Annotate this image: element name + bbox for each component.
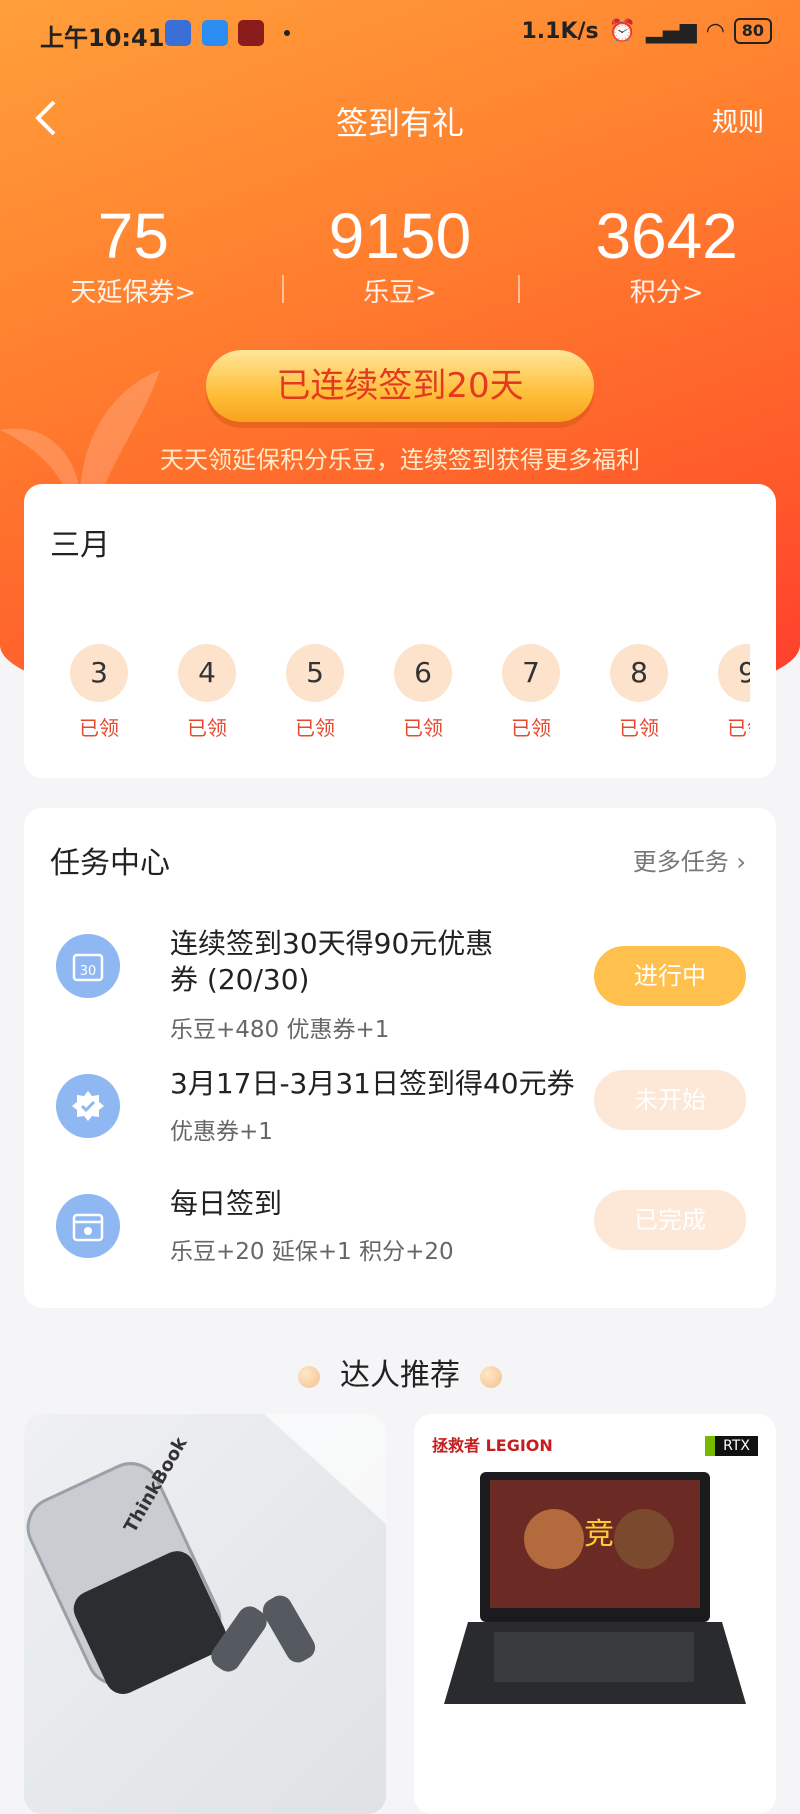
day-status: 已领	[187, 716, 227, 740]
stat-value: 3642	[595, 200, 738, 272]
nav-bar: 签到有礼 规则	[0, 80, 800, 160]
stat-value: 75	[97, 200, 169, 272]
more-notifications-dot	[284, 30, 290, 36]
calendar-day[interactable]: 5 已领	[286, 644, 344, 741]
task-title: 3月17日-3月31日签到得40元券	[170, 1067, 575, 1100]
task-status-button[interactable]: 未开始	[594, 1070, 746, 1130]
status-bar: 上午10:41 1.1K/s ⏰ ▂▄▆ ◠ 80	[0, 0, 800, 70]
day-status: 已领	[79, 716, 119, 740]
product-card-earbuds[interactable]: ThinkBook	[24, 1414, 386, 1814]
stat-ledou[interactable]: 9150 乐豆>	[285, 200, 515, 309]
calendar-card: 三月 3 已领 4 已领 5 已领 6 已领 7 已领 8 已领 9 已领	[24, 484, 776, 778]
day-number: 5	[286, 644, 344, 702]
day-status: 已领	[295, 716, 335, 740]
svg-text:30: 30	[80, 964, 97, 979]
day-number: 4	[178, 644, 236, 702]
hotspot-notification-icon	[202, 20, 228, 46]
task-center-title: 任务中心	[50, 846, 170, 881]
page-title: 签到有礼	[335, 104, 464, 142]
recommend-title: 达人推荐	[340, 1358, 460, 1393]
earbuds-image: ThinkBook	[26, 1414, 386, 1694]
streak-button[interactable]: 已连续签到20天	[206, 350, 594, 422]
wifi-icon: ◠	[706, 18, 724, 44]
more-tasks-link[interactable]: 更多任务 ›	[633, 842, 746, 877]
calendar-30-icon: 30	[56, 934, 120, 998]
rules-link[interactable]: 规则	[712, 102, 764, 139]
stat-label: 积分>	[629, 278, 704, 308]
task-center-card: 任务中心 更多任务 › 30 连续签到30天得90元优惠券 (20/30) 乐豆…	[24, 808, 776, 1308]
task-reward: 乐豆+20 延保+1 积分+20	[170, 1239, 454, 1265]
day-status: 已领	[619, 716, 659, 740]
calendar-day[interactable]: 6 已领	[394, 644, 452, 741]
task-title: 每日签到	[170, 1187, 283, 1220]
task-reward: 优惠券+1	[170, 1119, 273, 1145]
badge-check-icon	[56, 1074, 120, 1138]
decoration-dot-icon	[479, 1365, 502, 1388]
task-status-button[interactable]: 进行中	[594, 946, 746, 1006]
decoration-dot-icon	[298, 1365, 321, 1388]
task-title: 连续签到30天得90元优惠券 (20/30)	[170, 927, 494, 996]
signal-icon: ▂▄▆	[646, 18, 697, 44]
stat-label: 天延保券>	[70, 278, 197, 308]
task-row: 3月17日-3月31日签到得40元券 优惠券+1 未开始	[50, 1066, 746, 1176]
calendar-day[interactable]: 4 已领	[178, 644, 236, 741]
chevron-right-icon: ›	[736, 848, 746, 876]
svg-text:竞: 竞	[584, 1517, 614, 1552]
day-number: 8	[610, 644, 668, 702]
recommend-header: 达人推荐	[0, 1350, 800, 1394]
stat-divider	[282, 275, 284, 303]
day-status: 已领	[511, 716, 551, 740]
task-reward: 乐豆+480 优惠券+1	[170, 1017, 390, 1043]
settings-notification-icon	[165, 20, 191, 46]
stat-divider	[518, 275, 520, 303]
stats-row: 75 天延保券> 9150 乐豆> 3642 积分>	[0, 200, 800, 309]
stat-points[interactable]: 3642 积分>	[552, 200, 782, 309]
day-number: 3	[70, 644, 128, 702]
task-status-button[interactable]: 已完成	[594, 1190, 746, 1250]
laptop-image: 竞	[444, 1472, 746, 1704]
tagline: 天天领延保积分乐豆，连续签到获得更多福利	[160, 446, 640, 474]
task-row: 30 连续签到30天得90元优惠券 (20/30) 乐豆+480 优惠券+1 进…	[50, 926, 746, 1043]
day-number: 7	[502, 644, 560, 702]
day-number: 6	[394, 644, 452, 702]
battery-icon: 80	[733, 18, 772, 44]
product-card-laptop[interactable]: 拯救者 LEGION RTX 竞	[414, 1414, 776, 1814]
calendar-day[interactable]: 3 已领	[70, 644, 128, 741]
app-notification-icon	[238, 20, 264, 46]
calendar-overflow-mask	[750, 624, 776, 744]
net-speed: 1.1K/s	[521, 18, 599, 44]
calendar-sign-icon	[56, 1194, 120, 1258]
calendar-days: 3 已领 4 已领 5 已领 6 已领 7 已领 8 已领 9 已领	[70, 644, 776, 741]
task-row: 每日签到 乐豆+20 延保+1 积分+20 已完成	[50, 1186, 746, 1296]
status-time: 上午10:41	[40, 24, 165, 52]
stat-label: 乐豆>	[363, 278, 437, 308]
calendar-month: 三月	[50, 528, 110, 563]
stat-coupon[interactable]: 75 天延保券>	[18, 200, 248, 309]
calendar-day[interactable]: 8 已领	[610, 644, 668, 741]
more-tasks-label: 更多任务	[632, 848, 729, 876]
day-status: 已领	[403, 716, 443, 740]
stat-value: 9150	[328, 200, 472, 272]
calendar-day[interactable]: 7 已领	[502, 644, 560, 741]
alarm-icon: ⏰	[608, 18, 637, 44]
